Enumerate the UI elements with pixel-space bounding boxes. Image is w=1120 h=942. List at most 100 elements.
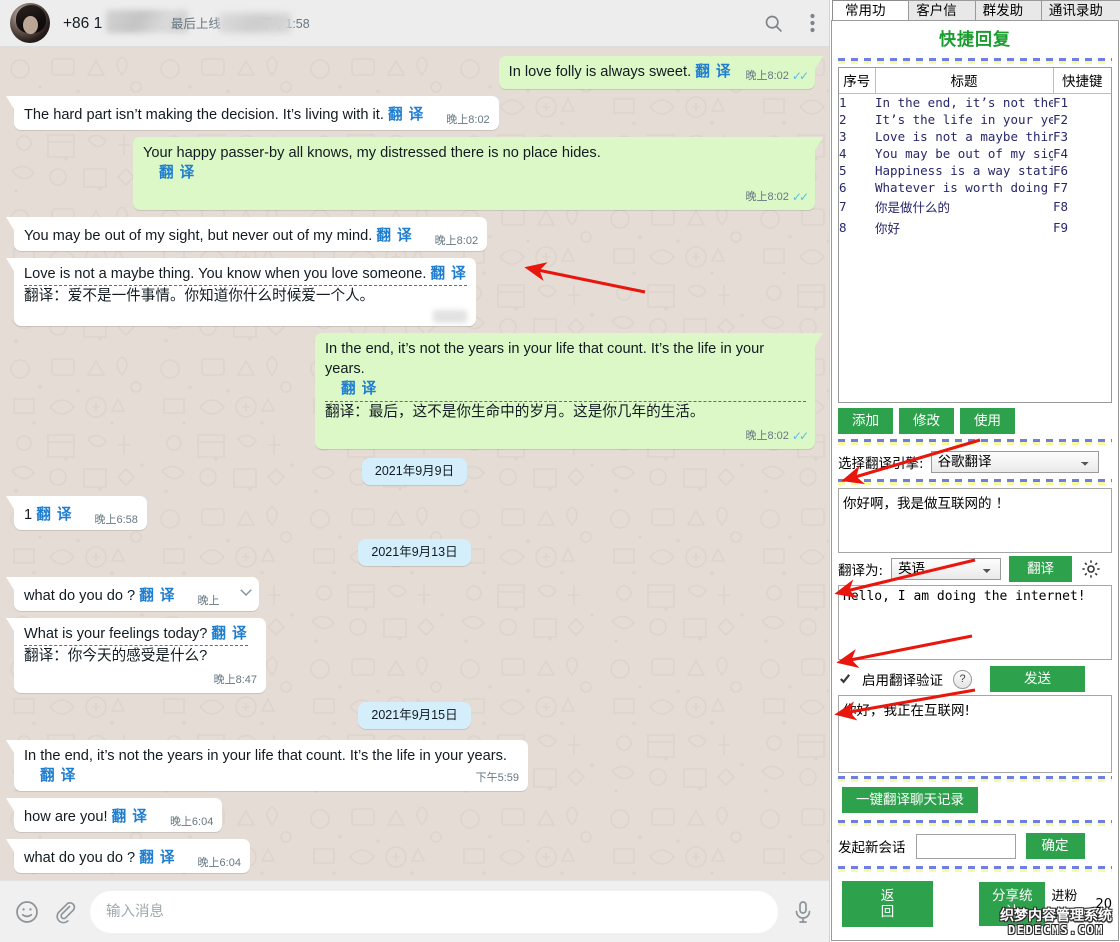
edit-button[interactable]: 修改	[899, 408, 954, 434]
message-bubble-incoming[interactable]: what do you do ? 翻 译 晚上6:04	[14, 839, 250, 873]
table-row[interactable]: 4 You may be out of my sigh F4	[839, 145, 1111, 162]
cell-shortcut: F3	[1053, 129, 1069, 144]
gear-icon[interactable]	[1080, 558, 1102, 580]
help-icon[interactable]: ?	[953, 669, 972, 689]
table-row[interactable]: 8 你好 F9	[839, 217, 1111, 238]
new-session-row: 发起新会话 确定	[838, 829, 1112, 863]
cell-no: 8	[839, 220, 847, 235]
message-row: what do you do ? 翻 译 晚上6:04	[14, 839, 815, 873]
message-bubble-incoming[interactable]: In the end, it’s not the years in your l…	[14, 740, 528, 791]
translate-button[interactable]: 翻译	[1009, 556, 1073, 582]
cell-shortcut: F8	[1053, 199, 1069, 214]
message-bubble-incoming[interactable]: Love is not a maybe thing. You know when…	[14, 258, 476, 326]
confirm-button[interactable]: 确定	[1025, 833, 1085, 859]
new-session-input[interactable]	[915, 833, 1016, 859]
message-meta: 下午5:59	[476, 768, 519, 788]
message-bubble-incoming[interactable]: What is your feelings today? 翻 译 翻译：你今天的…	[14, 618, 266, 693]
message-time: 晚上8:02	[745, 70, 789, 82]
tab-customer-info[interactable]: 客户信息	[908, 0, 976, 37]
watermark-line-1: 织梦内容管理系统	[1000, 908, 1112, 924]
translate-link[interactable]: 翻 译	[112, 809, 148, 825]
message-bubble-incoming[interactable]: what do you do ? 翻 译 晚上	[14, 577, 259, 611]
chevron-down-icon[interactable]	[237, 583, 255, 601]
contact-name: +86 1 543	[63, 9, 188, 33]
message-meta: 晚上8:02 ✓✓	[745, 187, 809, 207]
message-composer	[0, 880, 829, 942]
table-row[interactable]: 5 Happiness is a way static F6	[839, 162, 1111, 179]
translate-link[interactable]: 翻 译	[695, 64, 731, 80]
enable-verification-checkbox[interactable]	[838, 672, 852, 686]
table-row[interactable]: 6 Whatever is worth doing i F7	[839, 179, 1111, 196]
message-bubble-outgoing[interactable]: In the end, it’s not the years in your l…	[315, 333, 815, 449]
target-language-select[interactable]: 英语	[891, 558, 1002, 580]
divider	[838, 439, 1112, 445]
message-body: In the end, it’s not the years in your l…	[325, 339, 806, 402]
message-bubble-incoming[interactable]: how are you! 翻 译 晚上6:04	[14, 798, 223, 832]
cell-shortcut: F2	[1053, 112, 1069, 127]
divider	[838, 866, 1112, 872]
translate-link[interactable]: 翻 译	[211, 626, 247, 642]
translate-row: 翻译为: 英语 翻译	[838, 553, 1112, 585]
back-translation-output[interactable]	[838, 695, 1112, 773]
table-row[interactable]: 7 你是做什么的 F8	[839, 196, 1111, 217]
send-button[interactable]: 发送	[990, 666, 1085, 692]
batch-row: 一键翻译聊天记录	[838, 785, 1112, 817]
more-vertical-icon[interactable]	[810, 13, 815, 33]
message-bubble-outgoing[interactable]: Your happy passer-by all knows, my distr…	[133, 137, 815, 210]
column-header-shortcut[interactable]: 快捷键	[1053, 68, 1111, 94]
add-button[interactable]: 添加	[838, 408, 893, 434]
contact-info[interactable]: +86 1 543 最后上线 下午1:58	[63, 9, 763, 33]
column-header-no[interactable]: 序号	[839, 68, 876, 94]
quick-reply-table[interactable]: 序号 标题 快捷键 1 In the end, it’s not the F1 2 I…	[838, 67, 1112, 403]
message-meta: 晚上8:02 ✓✓	[745, 66, 809, 86]
translate-link[interactable]: 翻 译	[40, 768, 76, 784]
translate-link[interactable]: 翻 译	[139, 850, 175, 866]
column-header-title[interactable]: 标题	[875, 68, 1054, 94]
redacted-time	[433, 310, 467, 323]
translate-link[interactable]: 翻 译	[139, 588, 175, 604]
translate-link[interactable]: 翻 译	[36, 507, 72, 523]
message-bubble-incoming[interactable]: You may be out of my sight, but never ou…	[14, 217, 488, 251]
smiley-icon[interactable]	[14, 899, 40, 925]
message-row: 1 翻 译 晚上6:58	[14, 496, 815, 530]
tab-common-functions[interactable]: 常用功能	[832, 0, 910, 37]
table-row[interactable]: 3 Love is not a maybe thing F3	[839, 128, 1111, 145]
translate-link[interactable]: 翻 译	[388, 107, 424, 123]
message-bubble-outgoing[interactable]: In love folly is always sweet. 翻 译 晚上8:0…	[498, 56, 815, 89]
watermark: 织梦内容管理系统 DEDECMS.COM	[1000, 909, 1112, 936]
message-input[interactable]	[90, 890, 778, 933]
translation-engine-select[interactable]: 谷歌翻译	[930, 451, 1099, 473]
message-time: 晚上8:47	[213, 674, 257, 686]
table-row[interactable]: 2 It’s the life in your ye F2	[839, 111, 1111, 128]
translated-text-output[interactable]	[838, 585, 1112, 660]
cell-shortcut: F9	[1053, 220, 1069, 235]
search-icon[interactable]	[763, 13, 784, 34]
microphone-icon[interactable]	[791, 899, 815, 925]
use-button[interactable]: 使用	[960, 408, 1015, 434]
message-row: Your happy passer-by all knows, my distr…	[14, 137, 815, 210]
message-translation: 翻译：你今天的感受是什么?	[24, 648, 208, 664]
table-row[interactable]: 1 In the end, it’s not the F1	[839, 94, 1111, 112]
message-bubble-incoming[interactable]: 1 翻 译 晚上6:58	[14, 496, 147, 530]
date-separator-row: 2021年9月15日	[14, 702, 815, 729]
tab-mass-messaging[interactable]: 群发助手	[974, 0, 1042, 37]
translate-link[interactable]: 翻 译	[430, 266, 466, 282]
batch-translate-button[interactable]: 一键翻译聊天记录	[842, 787, 978, 813]
back-button[interactable]: 返回	[842, 881, 934, 927]
avatar[interactable]	[10, 3, 50, 43]
message-text: In the end, it’s not the years in your l…	[24, 748, 507, 764]
message-list[interactable]: In love folly is always sweet. 翻 译 晚上8:0…	[0, 47, 829, 880]
paperclip-icon[interactable]	[53, 900, 77, 924]
translate-link[interactable]: 翻 译	[376, 228, 412, 244]
translate-link[interactable]: 翻 译	[159, 165, 195, 181]
cell-no: 2	[839, 112, 847, 127]
translate-link[interactable]: 翻 译	[341, 381, 377, 397]
read-ticks-icon: ✓✓	[791, 190, 809, 204]
message-bubble-incoming[interactable]: The hard part isn’t making the decision.…	[14, 96, 499, 130]
message-meta: 晚上8:02	[446, 110, 489, 130]
new-session-label: 发起新会话	[838, 840, 906, 856]
tab-contacts-assistant[interactable]: 通讯录助手	[1040, 0, 1120, 37]
cell-no: 3	[839, 129, 847, 144]
message-time: 晚上8:02	[745, 191, 789, 203]
source-text-input[interactable]	[838, 488, 1112, 553]
